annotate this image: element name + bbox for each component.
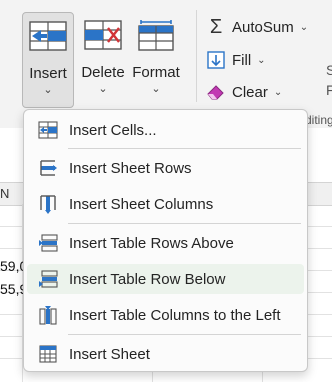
chevron-down-icon: ⌄ bbox=[273, 86, 283, 98]
format-button[interactable]: Format ⌄ bbox=[130, 12, 182, 108]
insert-sheet-icon bbox=[37, 343, 59, 365]
menu-item-label: Insert Sheet Columns bbox=[69, 195, 214, 213]
clear-button[interactable]: Clear ⌄ bbox=[206, 79, 282, 105]
ribbon-edge-text: F bbox=[326, 82, 332, 98]
insert-dropdown-menu: Insert Cells... Insert Sheet Rows Insert… bbox=[23, 109, 308, 372]
format-cells-icon bbox=[137, 20, 175, 56]
editing-group-label: diting bbox=[305, 113, 332, 127]
menu-separator bbox=[68, 148, 301, 149]
menu-item-insert-table-rows-above[interactable]: Insert Table Rows Above bbox=[27, 228, 304, 258]
insert-sheet-rows-icon bbox=[37, 157, 59, 179]
menu-item-insert-cells[interactable]: Insert Cells... bbox=[27, 115, 304, 145]
fill-down-icon bbox=[206, 50, 226, 70]
menu-item-label: Insert Table Rows Above bbox=[69, 234, 234, 252]
chevron-down-icon: ⌄ bbox=[98, 83, 108, 95]
clear-label: Clear bbox=[232, 83, 268, 101]
menu-item-insert-table-row-below[interactable]: Insert Table Row Below bbox=[27, 264, 304, 294]
insert-table-row-below-icon bbox=[37, 268, 59, 290]
menu-separator bbox=[68, 334, 301, 335]
insert-cells-icon bbox=[29, 21, 67, 55]
ribbon-divider bbox=[196, 10, 197, 102]
menu-item-label: Insert Table Row Below bbox=[69, 270, 226, 288]
menu-item-label: Insert Sheet bbox=[69, 345, 150, 363]
insert-label: Insert bbox=[29, 65, 67, 82]
insert-table-rows-above-icon bbox=[37, 232, 59, 254]
delete-button[interactable]: Delete ⌄ bbox=[80, 12, 126, 108]
menu-item-label: Insert Table Columns to the Left bbox=[69, 306, 281, 324]
chevron-down-icon: ⌄ bbox=[151, 83, 161, 95]
sigma-icon: Σ bbox=[209, 15, 223, 38]
menu-item-insert-sheet-columns[interactable]: Insert Sheet Columns bbox=[27, 189, 304, 219]
delete-cells-icon bbox=[84, 20, 122, 54]
chevron-down-icon: ⌄ bbox=[257, 54, 266, 66]
menu-item-insert-table-columns-left[interactable]: Insert Table Columns to the Left bbox=[27, 300, 304, 330]
menu-item-label: Insert Sheet Rows bbox=[69, 159, 192, 177]
column-header-n[interactable]: N bbox=[0, 186, 9, 201]
fill-button[interactable]: Fill ⌄ bbox=[206, 47, 266, 73]
eraser-icon bbox=[206, 82, 226, 102]
menu-item-label: Insert Cells... bbox=[69, 121, 157, 139]
menu-separator bbox=[68, 223, 301, 224]
insert-sheet-columns-icon bbox=[37, 193, 59, 215]
format-label: Format bbox=[132, 64, 180, 81]
autosum-button[interactable]: Σ AutoSum ⌄ bbox=[206, 14, 308, 40]
menu-item-insert-sheet[interactable]: Insert Sheet bbox=[27, 339, 304, 369]
insert-cells-icon bbox=[37, 119, 59, 141]
menu-item-insert-sheet-rows[interactable]: Insert Sheet Rows bbox=[27, 153, 304, 183]
chevron-down-icon: ⌄ bbox=[43, 84, 53, 96]
insert-table-columns-left-icon bbox=[37, 304, 59, 326]
insert-button[interactable]: Insert ⌄ bbox=[22, 12, 74, 108]
fill-label: Fill bbox=[232, 51, 252, 69]
ribbon-edge-text: S bbox=[326, 62, 332, 78]
delete-label: Delete bbox=[81, 64, 125, 81]
chevron-down-icon: ⌄ bbox=[299, 21, 309, 33]
autosum-label: AutoSum bbox=[232, 18, 294, 36]
